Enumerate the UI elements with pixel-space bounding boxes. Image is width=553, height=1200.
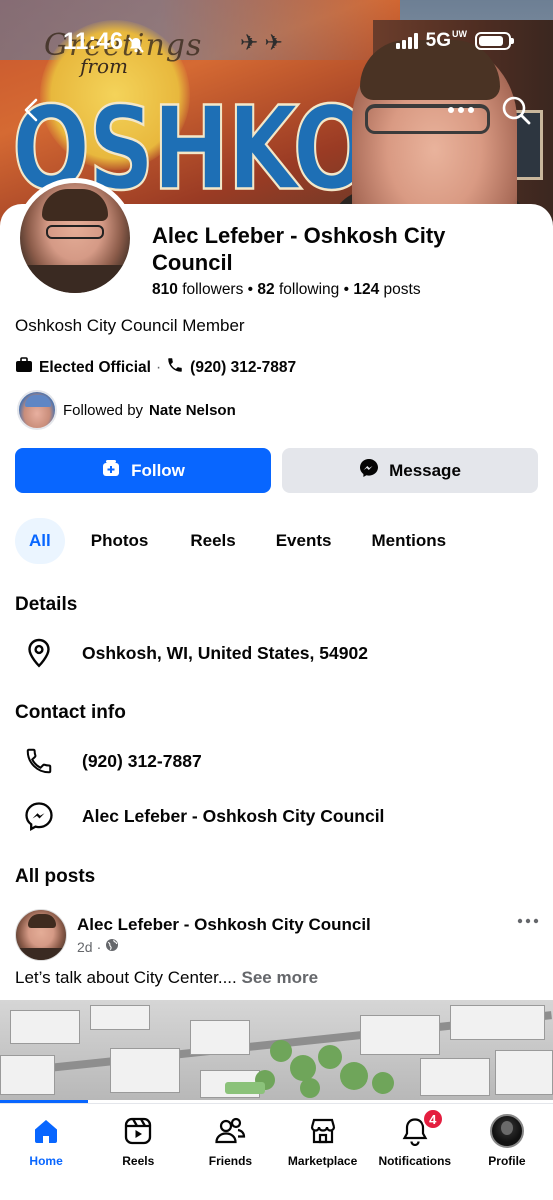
back-button[interactable] — [16, 94, 48, 126]
followers-count: 810 — [152, 281, 178, 298]
more-horizontal-icon — [517, 918, 539, 924]
profile-tabs: All Photos Reels Events Mentions — [15, 518, 460, 564]
message-button[interactable]: Message — [282, 448, 538, 493]
profile-stats: 810 followers • 82 following • 124 posts — [152, 281, 421, 299]
network-text: 5G — [425, 30, 451, 51]
friends-icon — [213, 1114, 247, 1148]
network-suffix: UW — [452, 29, 467, 39]
more-horizontal-icon — [448, 107, 474, 113]
info-phone[interactable]: (920) 312-7887 — [190, 359, 296, 377]
tab-mentions[interactable]: Mentions — [357, 518, 460, 564]
nav-home-label: Home — [29, 1154, 63, 1168]
silent-bell-icon — [127, 33, 145, 53]
post-age[interactable]: 2d — [77, 939, 93, 955]
search-button[interactable] — [499, 93, 533, 127]
post-body: Let’s talk about City Center.... — [15, 968, 237, 987]
bottom-nav: Home Reels Friends Marketplace 4 Notific… — [0, 1103, 553, 1200]
chevron-left-icon — [24, 98, 38, 122]
post-image[interactable] — [0, 1000, 553, 1100]
followed-by-name[interactable]: Nate Nelson — [149, 402, 236, 419]
more-options-button[interactable] — [441, 96, 481, 124]
location-row[interactable]: Oshkosh, WI, United States, 54902 — [24, 638, 368, 668]
contact-phone-row[interactable]: (920) 312-7887 — [24, 746, 202, 776]
status-bar: 11:46 5GUW — [0, 0, 553, 82]
profile-bio: Oshkosh City Council Member — [15, 316, 245, 335]
post-author-avatar[interactable] — [15, 909, 67, 961]
nav-marketplace-label: Marketplace — [287, 1154, 358, 1168]
reels-icon — [121, 1114, 155, 1148]
battery-icon — [475, 32, 514, 50]
profile-info-line: Elected Official · (920) 312-7887 — [15, 356, 296, 379]
details-title: Details — [15, 594, 78, 615]
nav-home[interactable]: Home — [0, 1104, 92, 1200]
tab-all[interactable]: All — [15, 518, 65, 564]
contact-phone-text: (920) 312-7887 — [82, 750, 202, 771]
post-dot: · — [96, 938, 102, 955]
notifications-badge: 4 — [421, 1108, 444, 1130]
contact-messenger-row[interactable]: Alec Lefeber - Oshkosh City Council — [24, 801, 384, 831]
message-label: Message — [389, 460, 461, 480]
follow-button[interactable]: Follow — [15, 448, 271, 493]
briefcase-icon — [15, 357, 33, 378]
nav-reels[interactable]: Reels — [92, 1104, 184, 1200]
followers-label: followers — [182, 281, 244, 298]
marketplace-icon — [306, 1114, 340, 1148]
tab-events[interactable]: Events — [262, 518, 346, 564]
nav-profile[interactable]: Profile — [461, 1104, 553, 1200]
see-more-link[interactable]: See more — [241, 968, 318, 987]
bell-icon: 4 — [398, 1108, 444, 1148]
mutual-friend-avatar[interactable] — [17, 390, 57, 430]
search-icon — [502, 96, 531, 125]
messenger-icon — [359, 458, 379, 483]
profile-avatar-icon — [489, 1114, 524, 1148]
post-author-name[interactable]: Alec Lefeber - Oshkosh City Council — [77, 915, 540, 935]
posts-label: posts — [383, 281, 421, 298]
battery-fill — [479, 36, 503, 46]
contact-messenger-text: Alec Lefeber - Oshkosh City Council — [82, 805, 385, 826]
nav-notifications-label: Notifications — [378, 1154, 452, 1168]
location-text: Oshkosh, WI, United States, 54902 — [82, 642, 368, 663]
contact-info-title: Contact info — [15, 702, 126, 723]
posts-stat: 124 posts — [353, 281, 420, 298]
status-indicators: 5GUW — [395, 30, 514, 52]
stat-separator: • — [343, 281, 350, 298]
following-label: following — [278, 281, 340, 298]
post-text: Let’s talk about City Center.... See mor… — [15, 968, 318, 988]
nav-friends-label: Friends — [208, 1154, 253, 1168]
location-pin-icon — [24, 638, 54, 668]
globe-icon — [105, 938, 119, 955]
messenger-icon — [24, 801, 54, 831]
followed-by-prefix: Followed by — [63, 401, 144, 419]
home-icon — [29, 1114, 63, 1148]
phone-icon — [24, 746, 54, 776]
post-header: Alec Lefeber - Oshkosh City Council 2d · — [15, 909, 540, 961]
followers-stat[interactable]: 810 followers — [152, 281, 243, 298]
tab-photos[interactable]: Photos — [77, 518, 163, 564]
follow-icon — [101, 458, 121, 483]
all-posts-title: All posts — [15, 866, 96, 887]
post-subline: 2d · — [77, 938, 540, 955]
profile-name: Alec Lefeber - Oshkosh City Council — [152, 223, 446, 275]
post-more-button[interactable] — [516, 913, 540, 929]
signal-icon — [395, 33, 418, 49]
following-count: 82 — [257, 281, 275, 298]
dot-separator: · — [155, 358, 162, 376]
stat-separator: • — [247, 281, 254, 298]
followed-by[interactable]: Followed by Nate Nelson — [17, 390, 236, 430]
following-stat[interactable]: 82 following — [257, 281, 339, 298]
phone-icon — [166, 356, 184, 379]
nav-marketplace[interactable]: Marketplace — [277, 1104, 369, 1200]
status-time-text: 11:46 — [63, 28, 124, 55]
nav-notifications[interactable]: 4 Notifications — [369, 1104, 461, 1200]
status-time: 11:46 — [63, 28, 145, 56]
network-label: 5GUW — [426, 30, 467, 52]
nav-reels-label: Reels — [122, 1154, 155, 1168]
posts-count: 124 — [353, 281, 380, 298]
nav-friends[interactable]: Friends — [184, 1104, 276, 1200]
tab-reels[interactable]: Reels — [176, 518, 249, 564]
nav-profile-label: Profile — [488, 1154, 526, 1168]
follow-label: Follow — [131, 460, 185, 480]
profile-avatar[interactable] — [15, 178, 135, 298]
category-label: Elected Official — [39, 358, 151, 376]
